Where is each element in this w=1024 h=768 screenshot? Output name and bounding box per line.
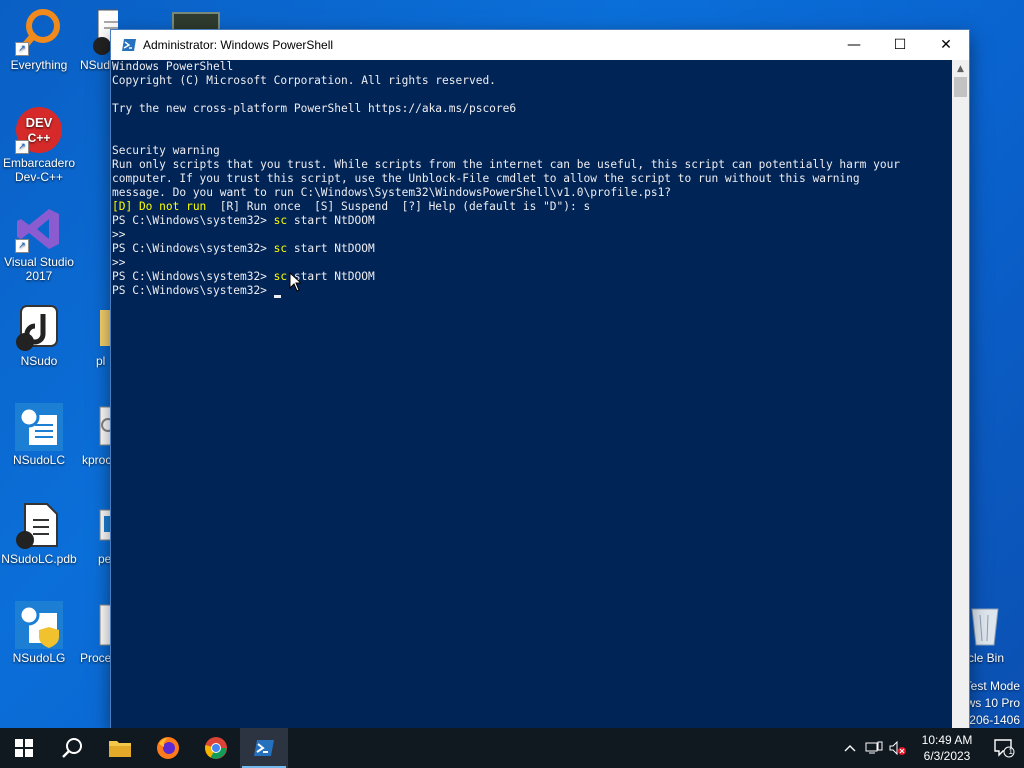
prompt: PS C:\Windows\system32> [112,284,274,297]
svg-text:C++: C++ [28,131,51,145]
command-line: PS C:\Windows\system32> sc start NtDOOM [112,270,952,284]
desktop-icon-nsudolc-pdb[interactable]: NSudoLC.pdb [1,502,77,566]
command-keyword: sc [273,214,288,227]
clock-time: 10:49 AM [921,733,973,747]
command-line: PS C:\Windows\system32> sc start NtDOOM [112,242,952,256]
svg-text:DEV: DEV [26,115,53,130]
desktop-icon-label: NSudoLC [12,453,66,467]
search-icon [62,738,82,758]
devcpp-icon: DEV C++ ↗ [15,106,63,154]
desktop-icon-label: NSudo [20,354,58,368]
desktop-icon-everything[interactable]: ↗ Everything [1,8,77,72]
scroll-up-arrow-icon[interactable]: ▲ [952,60,969,77]
prompt: PS C:\Windows\system32> [112,242,274,255]
console-line: Copyright (C) Microsoft Corporation. All… [112,74,496,87]
console-line: Security warning [112,144,220,157]
volume-muted-icon[interactable] [886,741,910,755]
default-choice: [D] Do not run [112,200,207,213]
desktop-icon-label: cle Bin [968,651,1005,665]
desktop-icon-nsudolg[interactable]: NSudoLG [1,601,77,665]
chevron-up-icon[interactable] [838,744,862,752]
desktop-icon-label: Embarcadero Dev-C++ [2,156,76,184]
choice-options: [R] Run once [S] Suspend [?] Help (defau… [206,200,591,213]
nsudo-icon [15,304,63,352]
windows-logo-icon [15,739,33,757]
visual-studio-icon: ↗ [15,205,63,253]
close-button[interactable]: ✕ [923,30,969,60]
minimize-button[interactable]: — [831,30,877,60]
document-icon [15,502,63,550]
taskbar-chrome[interactable] [192,728,240,768]
watermark-line: Test Mode [964,679,1020,693]
security-prompt-line: [D] Do not run [R] Run once [S] Suspend … [112,200,952,214]
taskbar-file-explorer[interactable] [96,728,144,768]
maximize-button[interactable]: ☐ [877,30,923,60]
action-center-button[interactable]: 1 [984,728,1024,768]
active-prompt-line[interactable]: PS C:\Windows\system32> [112,284,952,298]
network-icon[interactable] [862,741,886,755]
powershell-icon [121,37,137,53]
text-cursor [273,295,281,298]
powershell-window[interactable]: Administrator: Windows PowerShell — ☐ ✕ … [111,30,969,728]
gear-document-icon [15,403,63,451]
firefox-icon [157,737,179,759]
watermark-line: ws 10 Pro [966,696,1020,710]
chrome-icon [205,737,227,759]
powershell-icon [254,740,274,756]
taskbar-clock[interactable]: 10:49 AM 6/3/2023 [916,732,978,764]
console-line: Run only scripts that you trust. While s… [112,158,901,171]
command-line: PS C:\Windows\system32> sc start NtDOOM [112,214,952,228]
console-line: computer. If you trust this script, use … [112,172,860,185]
clock-date: 6/3/2023 [923,749,971,763]
desktop-icon-label: Everything [10,58,68,72]
console-output[interactable]: Windows PowerShell Copyright (C) Microso… [111,60,952,728]
desktop-icon-nsudo[interactable]: NSudo [1,304,77,368]
prompt: PS C:\Windows\system32> [112,214,274,227]
notification-count: 1 [1008,747,1013,756]
desktop-icon-label: Visual Studio 2017 [4,255,74,283]
window-title: Administrator: Windows PowerShell [143,38,334,52]
everything-icon: ↗ [15,8,63,56]
prompt: PS C:\Windows\system32> [112,270,274,283]
scrollbar-thumb[interactable] [954,77,967,97]
test-mode-watermark: Test Mode ws 10 Pro 206-1406 [965,678,1020,729]
desktop-icon-label: NSudoLC.pdb [1,552,77,566]
mouse-pointer-icon [289,272,301,292]
vertical-scrollbar[interactable]: ▲ [952,60,969,728]
taskbar-firefox[interactable] [144,728,192,768]
taskbar: 10:49 AM 6/3/2023 1 [0,728,1024,768]
folder-icon [109,741,131,757]
search-button[interactable] [48,728,96,768]
command-args: start NtDOOM [287,214,375,227]
gear-shield-icon [15,601,63,649]
command-keyword: sc [273,270,288,283]
system-tray: 10:49 AM 6/3/2023 1 [838,728,1024,768]
continuation-line: >> [112,228,126,241]
desktop-icon-nsudolc[interactable]: NSudoLC [1,403,77,467]
start-button[interactable] [0,728,48,768]
console-line: Try the new cross-platform PowerShell ht… [112,102,517,115]
window-titlebar[interactable]: Administrator: Windows PowerShell — ☐ ✕ [111,30,969,60]
continuation-line: >> [112,256,126,269]
console-line: message. Do you want to run C:\Windows\S… [112,186,672,199]
taskbar-powershell[interactable] [240,728,288,768]
desktop-icon-label: NSudoLG [12,651,66,665]
console-line: Windows PowerShell [112,60,234,73]
command-args: start NtDOOM [287,242,375,255]
watermark-line: 206-1406 [969,713,1020,727]
recycle-bin-icon [970,601,1000,649]
desktop-icon-visual-studio[interactable]: ↗ Visual Studio 2017 [1,205,77,283]
desktop-icon-recycle-bin[interactable]: cle Bin [966,601,1024,665]
desktop-icon-devcpp[interactable]: DEV C++ ↗ Embarcadero Dev-C++ [1,106,77,184]
command-keyword: sc [273,242,288,255]
